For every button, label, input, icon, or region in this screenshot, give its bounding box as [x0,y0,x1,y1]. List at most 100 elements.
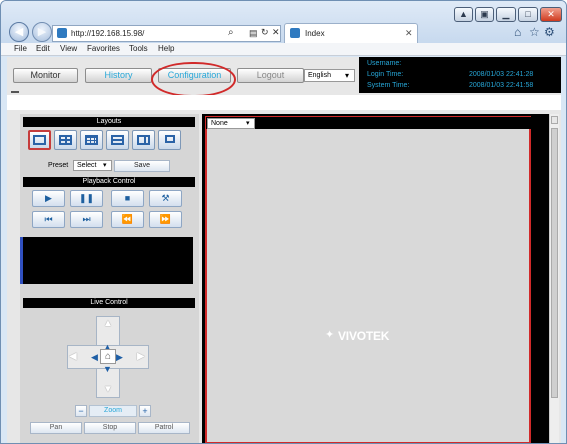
layout-single-icon [33,135,46,145]
white-band [7,95,561,110]
layout-4-button[interactable] [54,130,77,150]
preset-value: Select [77,162,97,169]
logout-button[interactable]: Logout [237,68,304,83]
stop-square-icon: ■ [124,193,131,203]
preset-label: Preset [48,162,69,169]
vertical-scrollbar[interactable] [549,114,559,443]
pan-button[interactable]: Pan [30,422,82,434]
left-panel: Layouts Preset Select ▾ Save Playback Co… [20,114,199,443]
home-icon[interactable]: ⌂ [514,25,521,39]
patrol-button[interactable]: Patrol [138,422,190,434]
live-control-header: Live Control [23,298,195,308]
video-frame: None ▾ ✦ VIVOTEK [202,114,550,443]
scroll-up-arrow[interactable] [551,116,558,124]
next-frame-button[interactable]: ⏩ [149,211,182,228]
prev-frame-icon: ⏪ [121,214,134,224]
maximize-button[interactable]: □ [518,7,538,22]
fastforward-icon: ⏭ [82,214,91,224]
stop-button[interactable]: ■ [111,190,144,207]
play-button[interactable]: ▶ [32,190,65,207]
system-time-value: 2008/01/03 22:41:58 [469,82,534,89]
zoom-label: Zoom [89,405,137,417]
menu-help[interactable]: Help [158,44,174,53]
page-content: Monitor History Configuration Logout Eng… [7,57,561,443]
title-bar: ▲ ▣ ▁ □ ✕ ◀ ▶ http://192.168.15.98/ ⌕ ▤ … [1,1,566,43]
camera-select[interactable]: None ▾ [207,118,255,129]
hammer-icon: ⚒ [161,193,170,203]
home-position-icon[interactable]: ⌂ [100,349,116,364]
layout-popup-button[interactable] [158,130,181,150]
back-icon[interactable]: ◀ [9,22,29,42]
browser-window: ▲ ▣ ▁ □ ✕ ◀ ▶ http://192.168.15.98/ ⌕ ▤ … [0,0,567,444]
layout-1-button[interactable] [28,130,51,150]
chevron-down-icon: ▾ [345,71,350,80]
language-select[interactable]: English ▾ [304,69,355,82]
tab-title: Index [305,29,325,38]
menu-view[interactable]: View [60,44,77,53]
stop-icon[interactable]: ✕ [272,27,280,38]
menu-favorites[interactable]: Favorites [87,44,120,53]
scroll-up-button[interactable]: ▲ [454,7,473,22]
pan-right-icon[interactable]: ▶ [137,351,145,362]
forward-icon[interactable]: ▶ [32,22,52,42]
compat-icon[interactable]: ▤ [249,28,258,39]
search-icon[interactable]: ⌕ [228,27,234,38]
divider-mark [11,91,19,93]
pause-icon: ❚❚ [78,193,95,203]
menu-file[interactable]: File [14,44,27,53]
layout-6-button[interactable] [106,130,129,150]
pause-button[interactable]: ❚❚ [70,190,103,207]
camera-select-value: None [211,120,228,127]
site-icon [57,28,67,38]
ptz-inner-left-icon[interactable]: ◀ [91,352,98,363]
menu-edit[interactable]: Edit [36,44,50,53]
url-text: http://192.168.15.98/ [71,29,145,38]
ptz-inner-down-icon[interactable]: ▼ [103,364,112,374]
timeline-area[interactable] [20,237,193,284]
layout-popup-icon [165,135,175,143]
layout-six-icon [111,135,124,145]
address-bar[interactable]: http://192.168.15.98/ ⌕ ▤ ↻ ✕ [52,25,281,42]
ptz-pad: ▲ ▼ ◀ ▶ ▲ ▼ ◀ ▶ ⌂ [67,316,149,398]
stop-ptz-button[interactable]: Stop [84,422,136,434]
scroll-thumb[interactable] [551,128,558,398]
language-value: English [308,72,331,79]
zoom-in-button[interactable]: + [139,405,151,417]
layout-nine-icon [85,135,98,145]
login-time-value: 2008/01/03 22:41:28 [469,71,534,78]
play-icon: ▶ [45,193,52,203]
highlight-circle [151,62,236,97]
save-button[interactable]: Save [114,160,170,172]
pan-left-icon[interactable]: ◀ [69,351,77,362]
ptz-inner-right-icon[interactable]: ▶ [116,352,123,363]
video-viewport[interactable]: None ▾ ✦ VIVOTEK [205,116,532,443]
restore-button[interactable]: ▣ [475,7,494,22]
layout-8-button[interactable] [132,130,155,150]
next-frame-icon: ⏩ [159,214,172,224]
fastforward-button[interactable]: ⏭ [70,211,103,228]
menu-bar: File Edit View Favorites Tools Help [1,43,566,56]
close-button[interactable]: ✕ [540,7,562,22]
menu-tools[interactable]: Tools [129,44,148,53]
playback-header: Playback Control [23,177,195,187]
prev-frame-button[interactable]: ⏪ [111,211,144,228]
favorites-icon[interactable]: ☆ [529,25,540,39]
tools-gear-icon[interactable]: ⚙ [544,25,555,39]
tab-favicon-icon [290,28,300,38]
camera-chevron-icon: ▾ [246,120,250,127]
snapshot-button[interactable]: ⚒ [149,190,182,207]
tab-index[interactable]: Index ✕ [284,23,418,43]
pan-up-icon[interactable]: ▲ [103,318,113,329]
system-time-label: System Time: [367,82,410,89]
preset-select[interactable]: Select ▾ [73,160,112,171]
monitor-button[interactable]: Monitor [13,68,78,83]
rewind-button[interactable]: ⏮ [32,211,65,228]
history-button[interactable]: History [85,68,152,83]
tab-close-icon[interactable]: ✕ [405,28,413,39]
zoom-out-button[interactable]: − [75,405,87,417]
refresh-icon[interactable]: ↻ [261,27,269,38]
minimize-button[interactable]: ▁ [496,7,516,22]
logo-mark-icon: ✦ [325,329,335,341]
layout-9-button[interactable] [80,130,103,150]
pan-down-icon[interactable]: ▼ [103,384,113,395]
